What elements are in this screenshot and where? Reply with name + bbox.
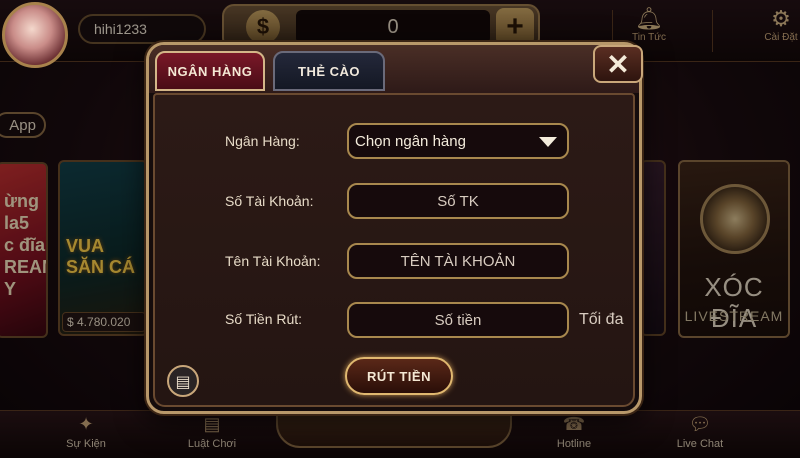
max-amount-button[interactable]: Tối đa: [579, 311, 623, 329]
withdraw-submit-button[interactable]: RÚT TIỀN: [345, 357, 453, 395]
account-name-input[interactable]: TÊN TÀI KHOẢN: [347, 243, 569, 279]
account-number-label: Số Tài Khoản:: [225, 193, 314, 209]
amount-input[interactable]: Số tiền: [347, 302, 569, 338]
bank-select[interactable]: Chọn ngân hàng: [347, 123, 569, 159]
tab-bank[interactable]: NGÂN HÀNG: [155, 51, 265, 91]
bank-label: Ngân Hàng:: [225, 133, 300, 149]
tab-card[interactable]: THẺ CÀO: [273, 51, 385, 91]
amount-placeholder: Số tiền: [434, 311, 482, 329]
withdraw-dialog: NGÂN HÀNG THẺ CÀO ✕ Ngân Hàng: Chọn ngân…: [146, 42, 643, 414]
history-button[interactable]: ▤: [167, 365, 199, 397]
chevron-down-icon: [539, 137, 557, 147]
avatar[interactable]: [2, 2, 68, 68]
withdraw-form: Ngân Hàng: Chọn ngân hàng Số Tài Khoản: …: [153, 93, 635, 407]
account-number-input[interactable]: Số TK: [347, 183, 569, 219]
bank-select-value: Chọn ngân hàng: [355, 132, 466, 150]
amount-label: Số Tiền Rút:: [225, 311, 303, 327]
close-icon: ✕: [606, 48, 630, 80]
close-button[interactable]: ✕: [593, 45, 643, 83]
account-name-placeholder: TÊN TÀI KHOẢN: [400, 252, 516, 270]
receipt-icon: ▤: [175, 371, 191, 391]
account-name-label: Tên Tài Khoản:: [225, 253, 321, 269]
account-number-placeholder: Số TK: [437, 192, 479, 210]
dialog-header: NGÂN HÀNG THẺ CÀO: [149, 45, 639, 93]
